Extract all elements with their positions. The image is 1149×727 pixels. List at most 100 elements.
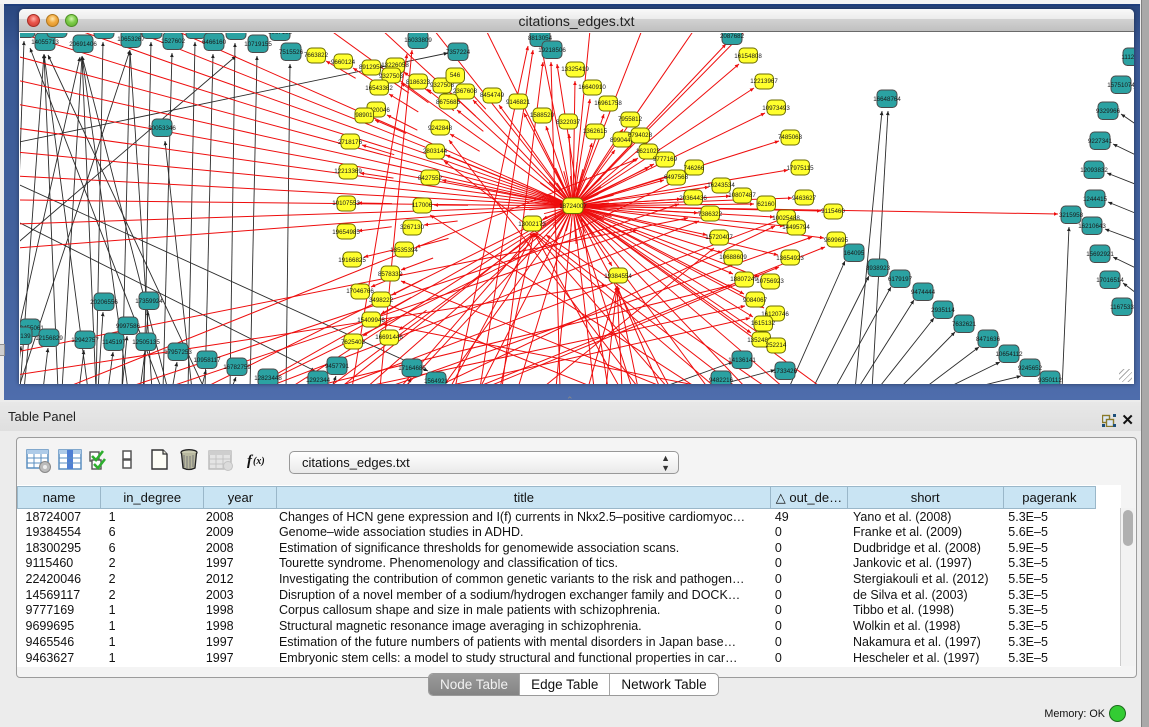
svg-text:17016514: 17016514 xyxy=(1096,277,1124,284)
svg-text:8912954: 8912954 xyxy=(359,64,384,71)
svg-text:8578332: 8578332 xyxy=(378,271,403,278)
svg-text:7663822: 7663822 xyxy=(304,52,329,59)
svg-text:9084067: 9084067 xyxy=(743,297,768,304)
svg-text:1564921: 1564921 xyxy=(424,378,449,384)
svg-text:9457791: 9457791 xyxy=(325,363,350,370)
svg-text:8471636: 8471636 xyxy=(976,336,1001,343)
svg-text:15720407: 15720407 xyxy=(705,234,733,241)
svg-text:20691406: 20691406 xyxy=(69,41,97,48)
svg-text:10719155: 10719155 xyxy=(244,41,272,48)
svg-text:9350112: 9350112 xyxy=(1038,377,1062,384)
svg-text:20053346: 20053346 xyxy=(148,125,176,132)
svg-text:16640910: 16640910 xyxy=(578,84,606,91)
svg-text:9699695: 9699695 xyxy=(824,237,849,244)
svg-text:7955812: 7955812 xyxy=(618,116,643,123)
svg-text:98901: 98901 xyxy=(355,112,373,119)
svg-text:19218506: 19218506 xyxy=(538,47,566,54)
svg-text:14136141: 14136141 xyxy=(728,357,756,364)
svg-text:13654923: 13654923 xyxy=(776,255,804,262)
svg-text:746266: 746266 xyxy=(684,165,705,172)
svg-text:9115460: 9115460 xyxy=(821,208,845,215)
svg-text:9227341: 9227341 xyxy=(1088,138,1113,145)
svg-text:861305: 861305 xyxy=(142,33,163,34)
svg-text:9777169: 9777169 xyxy=(653,156,678,163)
svg-text:1362615: 1362615 xyxy=(583,128,608,135)
svg-text:15751074: 15751074 xyxy=(1107,82,1134,89)
svg-text:8675685: 8675685 xyxy=(436,99,461,106)
svg-text:1071915: 1071915 xyxy=(224,33,249,35)
svg-text:7485063: 7485063 xyxy=(778,134,803,141)
svg-text:9474444: 9474444 xyxy=(911,289,936,296)
svg-text:2087682: 2087682 xyxy=(720,33,745,40)
svg-text:6794028: 6794028 xyxy=(628,132,653,139)
svg-text:9245652: 9245652 xyxy=(1018,365,1043,372)
svg-text:39139: 39139 xyxy=(20,333,31,340)
svg-text:6466160: 6466160 xyxy=(202,39,227,46)
svg-text:6497568: 6497568 xyxy=(664,174,689,181)
svg-text:16691446: 16691446 xyxy=(375,334,403,341)
svg-text:16243534: 16243534 xyxy=(707,182,735,189)
svg-text:1167533: 1167533 xyxy=(1110,304,1134,311)
svg-text:14495794: 14495794 xyxy=(782,224,810,231)
svg-text:17046766: 17046766 xyxy=(346,288,374,295)
svg-text:3267130: 3267130 xyxy=(400,224,425,231)
svg-text:17975115: 17975115 xyxy=(786,165,814,172)
svg-text:1145197: 1145197 xyxy=(102,339,126,346)
svg-text:9242848: 9242848 xyxy=(428,125,453,132)
svg-text:16033809: 16033809 xyxy=(404,37,432,44)
svg-text:17359924: 17359924 xyxy=(135,298,163,305)
svg-text:6179197: 6179197 xyxy=(888,276,913,283)
svg-text:16648764: 16648764 xyxy=(873,96,901,103)
svg-text:10653267: 10653267 xyxy=(117,36,145,43)
svg-text:9997586: 9997586 xyxy=(116,323,141,330)
svg-text:7357224: 7357224 xyxy=(446,49,471,56)
svg-text:(x): (x) xyxy=(253,456,265,467)
svg-text:7386322: 7386322 xyxy=(698,211,723,218)
svg-text:10107553: 10107553 xyxy=(332,200,360,207)
svg-text:18724007: 18724007 xyxy=(559,203,587,210)
svg-text:20206556: 20206556 xyxy=(90,299,118,306)
svg-text:546: 546 xyxy=(450,72,461,79)
svg-text:18807249: 18807249 xyxy=(730,276,758,283)
svg-text:12213967: 12213967 xyxy=(750,78,778,85)
svg-text:3498222: 3498222 xyxy=(369,297,394,304)
svg-text:12156829: 12156829 xyxy=(35,335,63,342)
svg-text:13325419: 13325419 xyxy=(561,66,589,73)
svg-text:9660124: 9660124 xyxy=(331,59,356,66)
svg-text:7625402: 7625402 xyxy=(341,339,366,346)
svg-text:13535394: 13535394 xyxy=(390,247,418,254)
svg-text:2803144: 2803144 xyxy=(423,148,448,155)
svg-text:1588520: 1588520 xyxy=(530,112,555,119)
svg-text:9146821: 9146821 xyxy=(506,99,531,106)
svg-text:13002173: 13002173 xyxy=(518,221,546,228)
svg-text:3215958: 3215958 xyxy=(1059,212,1084,219)
svg-text:1615132: 1615132 xyxy=(751,320,776,327)
svg-text:9482216: 9482216 xyxy=(709,377,734,384)
svg-text:12213369: 12213369 xyxy=(334,168,362,175)
svg-text:164095: 164095 xyxy=(844,250,865,257)
svg-text:62160: 62160 xyxy=(757,201,775,208)
svg-text:8427552: 8427552 xyxy=(418,175,443,182)
svg-text:19384554: 19384554 xyxy=(604,273,632,280)
svg-text:19166825: 19166825 xyxy=(338,257,366,264)
svg-text:8322037: 8322037 xyxy=(556,119,581,126)
svg-text:9327503: 9327503 xyxy=(379,73,404,80)
svg-text:16543362: 16543362 xyxy=(365,85,393,92)
svg-text:12823448: 12823448 xyxy=(254,375,282,382)
svg-text:16782759: 16782759 xyxy=(223,364,251,371)
svg-text:1733426: 1733426 xyxy=(773,368,798,375)
svg-text:16961758: 16961758 xyxy=(594,100,622,107)
svg-text:946432: 946432 xyxy=(186,33,207,34)
svg-text:9463627: 9463627 xyxy=(792,195,817,202)
svg-text:2935114: 2935114 xyxy=(931,307,955,314)
svg-text:1244415: 1244415 xyxy=(1083,196,1108,203)
svg-text:8454749: 8454749 xyxy=(480,92,505,99)
svg-text:10756923: 10756923 xyxy=(756,278,784,285)
svg-text:1112849: 1112849 xyxy=(1121,54,1134,61)
svg-text:15409948: 15409948 xyxy=(357,317,385,324)
svg-text:1292344: 1292344 xyxy=(306,377,331,384)
svg-text:16210643: 16210643 xyxy=(1078,223,1106,230)
svg-text:12093832: 12093832 xyxy=(1080,167,1108,174)
svg-text:14055713: 14055713 xyxy=(31,39,59,46)
svg-text:252214: 252214 xyxy=(766,342,787,349)
